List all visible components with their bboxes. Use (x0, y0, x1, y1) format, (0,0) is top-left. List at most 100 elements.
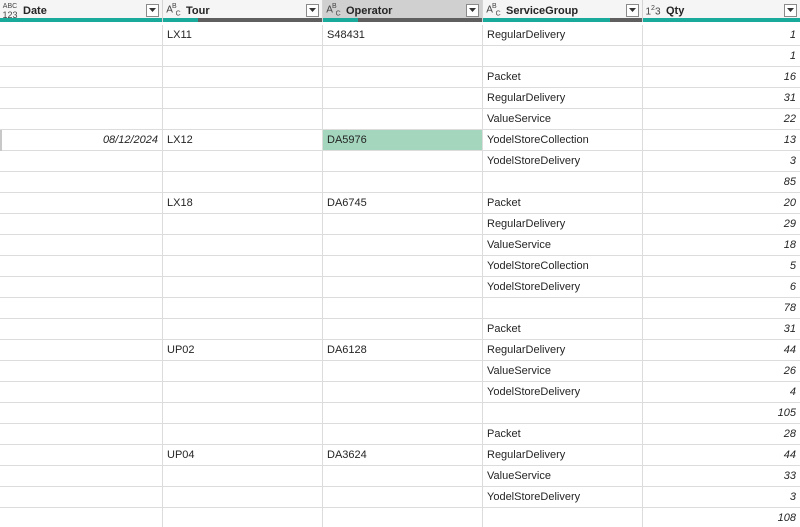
qty-cell[interactable]: 26 (643, 361, 800, 381)
operator-cell[interactable] (323, 298, 483, 318)
servicegroup-cell[interactable]: ValueService (483, 109, 643, 129)
operator-cell[interactable] (323, 277, 483, 297)
date-cell[interactable] (0, 151, 163, 171)
operator-cell[interactable]: DA6745 (323, 193, 483, 213)
filter-dropdown-icon[interactable] (626, 4, 639, 17)
operator-cell[interactable] (323, 466, 483, 486)
servicegroup-cell[interactable]: YodelStoreDelivery (483, 487, 643, 507)
servicegroup-cell[interactable]: Packet (483, 193, 643, 213)
date-cell[interactable] (0, 277, 163, 297)
date-cell[interactable] (0, 298, 163, 318)
tour-cell[interactable] (163, 319, 323, 339)
operator-cell[interactable] (323, 508, 483, 527)
qty-cell[interactable]: 1 (643, 46, 800, 66)
qty-cell[interactable]: 108 (643, 508, 800, 527)
qty-cell[interactable]: 13 (643, 130, 800, 150)
operator-cell[interactable] (323, 319, 483, 339)
qty-cell[interactable]: 5 (643, 256, 800, 276)
servicegroup-cell[interactable]: Packet (483, 67, 643, 87)
column-header-tour[interactable]: ABC Tour (163, 0, 323, 22)
tour-cell[interactable] (163, 277, 323, 297)
date-cell[interactable] (0, 172, 163, 192)
tour-cell[interactable]: LX11 (163, 25, 323, 45)
tour-cell[interactable] (163, 109, 323, 129)
operator-cell[interactable] (323, 424, 483, 444)
operator-cell[interactable] (323, 172, 483, 192)
servicegroup-cell[interactable]: Packet (483, 319, 643, 339)
qty-cell[interactable]: 28 (643, 424, 800, 444)
filter-dropdown-icon[interactable] (306, 4, 319, 17)
date-cell[interactable] (0, 382, 163, 402)
operator-cell[interactable] (323, 67, 483, 87)
qty-cell[interactable]: 78 (643, 298, 800, 318)
tour-cell[interactable] (163, 256, 323, 276)
date-cell[interactable] (0, 466, 163, 486)
operator-cell[interactable] (323, 151, 483, 171)
tour-cell[interactable] (163, 214, 323, 234)
servicegroup-cell[interactable]: ValueService (483, 361, 643, 381)
date-cell[interactable] (0, 67, 163, 87)
qty-cell[interactable]: 20 (643, 193, 800, 213)
operator-cell[interactable] (323, 214, 483, 234)
date-cell[interactable] (0, 193, 163, 213)
column-header-servicegroup[interactable]: ABC ServiceGroup (483, 0, 643, 22)
qty-cell[interactable]: 31 (643, 319, 800, 339)
qty-cell[interactable]: 31 (643, 88, 800, 108)
servicegroup-cell[interactable] (483, 508, 643, 527)
tour-cell[interactable] (163, 151, 323, 171)
servicegroup-cell[interactable]: YodelStoreDelivery (483, 151, 643, 171)
date-cell[interactable] (0, 361, 163, 381)
qty-cell[interactable]: 16 (643, 67, 800, 87)
tour-cell[interactable] (163, 361, 323, 381)
tour-cell[interactable]: UP04 (163, 445, 323, 465)
operator-cell[interactable] (323, 403, 483, 423)
servicegroup-cell[interactable]: YodelStoreCollection (483, 130, 643, 150)
servicegroup-cell[interactable]: RegularDelivery (483, 445, 643, 465)
tour-cell[interactable] (163, 172, 323, 192)
qty-cell[interactable]: 44 (643, 445, 800, 465)
servicegroup-cell[interactable]: RegularDelivery (483, 340, 643, 360)
date-cell[interactable] (0, 25, 163, 45)
qty-cell[interactable]: 105 (643, 403, 800, 423)
date-cell[interactable] (0, 340, 163, 360)
tour-cell[interactable] (163, 466, 323, 486)
qty-cell[interactable]: 3 (643, 487, 800, 507)
operator-cell[interactable] (323, 256, 483, 276)
date-cell[interactable] (0, 109, 163, 129)
tour-cell[interactable] (163, 508, 323, 527)
servicegroup-cell[interactable] (483, 172, 643, 192)
date-cell[interactable] (0, 487, 163, 507)
filter-dropdown-icon[interactable] (784, 4, 797, 17)
tour-cell[interactable] (163, 298, 323, 318)
servicegroup-cell[interactable]: RegularDelivery (483, 88, 643, 108)
date-cell[interactable] (0, 235, 163, 255)
tour-cell[interactable]: LX12 (163, 130, 323, 150)
tour-cell[interactable]: UP02 (163, 340, 323, 360)
qty-cell[interactable]: 29 (643, 214, 800, 234)
date-cell[interactable] (0, 403, 163, 423)
tour-cell[interactable]: LX18 (163, 193, 323, 213)
servicegroup-cell[interactable]: YodelStoreCollection (483, 256, 643, 276)
date-cell[interactable] (0, 88, 163, 108)
column-header-operator[interactable]: ABC Operator (323, 0, 483, 22)
servicegroup-cell[interactable]: ValueService (483, 466, 643, 486)
date-cell[interactable] (0, 319, 163, 339)
operator-cell[interactable] (323, 46, 483, 66)
operator-cell[interactable] (323, 487, 483, 507)
servicegroup-cell[interactable]: RegularDelivery (483, 214, 643, 234)
servicegroup-cell[interactable]: ValueService (483, 235, 643, 255)
servicegroup-cell[interactable] (483, 298, 643, 318)
date-cell[interactable] (0, 424, 163, 444)
operator-cell[interactable]: DA6128 (323, 340, 483, 360)
operator-cell[interactable]: DA3624 (323, 445, 483, 465)
servicegroup-cell[interactable]: YodelStoreDelivery (483, 382, 643, 402)
servicegroup-cell[interactable] (483, 403, 643, 423)
qty-cell[interactable]: 1 (643, 25, 800, 45)
qty-cell[interactable]: 22 (643, 109, 800, 129)
qty-cell[interactable]: 44 (643, 340, 800, 360)
date-cell[interactable] (0, 214, 163, 234)
date-cell[interactable] (0, 508, 163, 527)
operator-cell[interactable] (323, 88, 483, 108)
operator-cell[interactable]: DA5976 (323, 130, 483, 150)
date-cell[interactable] (0, 256, 163, 276)
